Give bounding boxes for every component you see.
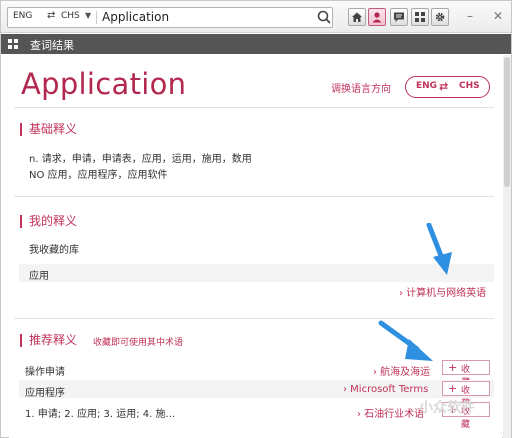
section-title-basic: 基础释义 [20, 123, 77, 136]
scrollbar-thumb[interactable] [504, 57, 510, 187]
home-button[interactable] [348, 8, 366, 26]
close-button[interactable]: ✕ [493, 9, 503, 23]
section-title-mine: 我的释义 [20, 215, 77, 228]
chat-button[interactable] [390, 8, 408, 26]
source-language[interactable]: ENG [13, 11, 32, 21]
basic-definition-line: NO 应用，应用程序，应用软件 [29, 170, 168, 181]
annotation-arrow-icon [378, 320, 433, 361]
table-row-term: 应用程序 [25, 388, 65, 399]
app-window: ENG ⇄ CHS ▼ Application – ✕ 查词结果 Applica… [0, 0, 512, 438]
basic-definition-line: n. 请求，申请，申请表，应用，运用，施用，数用 [29, 154, 252, 165]
swap-direction-button[interactable]: ENG ⇄ CHS [405, 76, 490, 98]
table-row-term: 操作申请 [25, 367, 65, 378]
library-label: 我收藏的库 [29, 245, 79, 256]
swap-language-icon[interactable]: ⇄ [47, 10, 55, 21]
chevron-down-icon[interactable]: ▼ [85, 11, 91, 20]
section-title-recommend: 推荐释义 [20, 334, 77, 347]
search-input[interactable]: Application [102, 10, 169, 24]
search-box[interactable]: ENG ⇄ CHS ▼ Application [7, 7, 333, 28]
plus-icon: + [448, 361, 458, 374]
watermark: 小众软件 [419, 400, 475, 416]
favorite-hint: 收藏即可使用其中术语 [93, 338, 184, 348]
divider [96, 11, 97, 24]
add-favorite-button[interactable]: + 收 藏 [442, 381, 490, 409]
search-icon[interactable] [316, 9, 333, 26]
swap-arrows-icon: ⇄ [439, 80, 449, 93]
plus-icon: + [448, 382, 458, 395]
table-row-term: 1. 申请; 2. 应用; 3. 运用; 4. 施... [25, 409, 176, 420]
minimize-button[interactable]: – [467, 9, 473, 23]
headword: Application [21, 67, 187, 101]
direction-from: ENG [416, 81, 438, 91]
results-header: 查词结果 [1, 34, 511, 54]
source-link[interactable]: › 石油行业术语 [357, 405, 424, 420]
results-title: 查词结果 [30, 39, 74, 52]
add-favorite-button[interactable]: + 收 藏 [442, 360, 490, 388]
grid-button[interactable] [411, 8, 429, 26]
swap-direction-label[interactable]: 调换语言方向 [331, 80, 391, 95]
my-definition-item: 应用 [29, 271, 49, 282]
top-toolbar: ENG ⇄ CHS ▼ Application – ✕ [1, 1, 511, 33]
divider [14, 107, 494, 108]
target-language[interactable]: CHS [61, 11, 80, 21]
source-link[interactable]: › 计算机与网络英语 [399, 284, 486, 299]
source-link[interactable]: › 航海及海运 [373, 363, 430, 378]
direction-to: CHS [459, 81, 480, 91]
vertical-scrollbar[interactable] [503, 55, 511, 438]
grid-icon[interactable] [8, 39, 18, 49]
divider [14, 196, 494, 197]
settings-button[interactable] [431, 8, 449, 26]
annotation-arrow-icon [426, 223, 452, 275]
user-button[interactable] [368, 8, 386, 26]
source-link[interactable]: › Microsoft Terms [343, 384, 428, 395]
